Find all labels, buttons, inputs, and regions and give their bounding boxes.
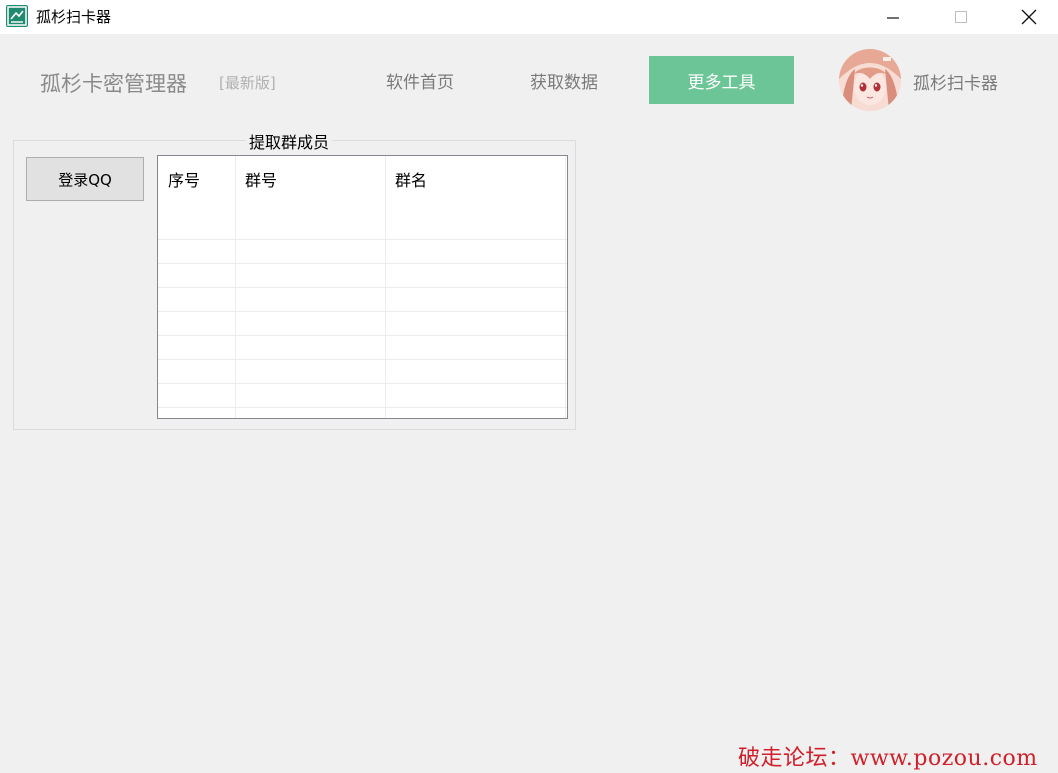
minimize-button[interactable] [870, 0, 916, 34]
nav-item-home[interactable]: 软件首页 [364, 56, 476, 104]
user-name[interactable]: 孤杉扫卡器 [913, 69, 998, 94]
nav-bar: 孤杉卡密管理器 [最新版] 软件首页 获取数据 更多工具 孤杉扫卡器 [0, 34, 1058, 124]
brand-title: 孤杉卡密管理器 [40, 72, 187, 96]
table-row[interactable] [158, 264, 567, 288]
members-table[interactable]: 序号 群号 群名 [157, 155, 568, 419]
table-row[interactable] [158, 360, 567, 384]
table-row[interactable] [158, 336, 567, 360]
maximize-button[interactable] [938, 0, 984, 34]
close-icon [1021, 9, 1037, 25]
anime-avatar-icon [839, 49, 901, 111]
table-body [158, 216, 567, 408]
table-row[interactable] [158, 384, 567, 408]
version-tag: [最新版] [219, 74, 276, 92]
table-row[interactable] [158, 216, 567, 240]
app-icon [6, 5, 28, 27]
avatar[interactable] [839, 49, 901, 111]
table-header: 序号 群号 群名 [158, 156, 567, 216]
table-row[interactable] [158, 240, 567, 264]
group-box-title: 提取群成员 [246, 129, 333, 153]
column-header-index[interactable]: 序号 [158, 156, 235, 216]
nav-item-more-tools[interactable]: 更多工具 [649, 56, 794, 104]
login-qq-button[interactable]: 登录QQ [26, 157, 144, 201]
title-bar: 孤杉扫卡器 [0, 0, 1058, 34]
window-title: 孤杉扫卡器 [36, 8, 112, 26]
table-row[interactable] [158, 312, 567, 336]
column-header-group-number[interactable]: 群号 [235, 156, 385, 216]
table-row[interactable] [158, 288, 567, 312]
watermark: 破走论坛：www.pozou.com [738, 746, 1038, 771]
column-header-group-name[interactable]: 群名 [385, 156, 565, 216]
minimize-icon [887, 17, 899, 19]
nav-item-get-data[interactable]: 获取数据 [508, 56, 620, 104]
close-button[interactable] [1006, 0, 1052, 34]
maximize-icon [955, 11, 967, 23]
